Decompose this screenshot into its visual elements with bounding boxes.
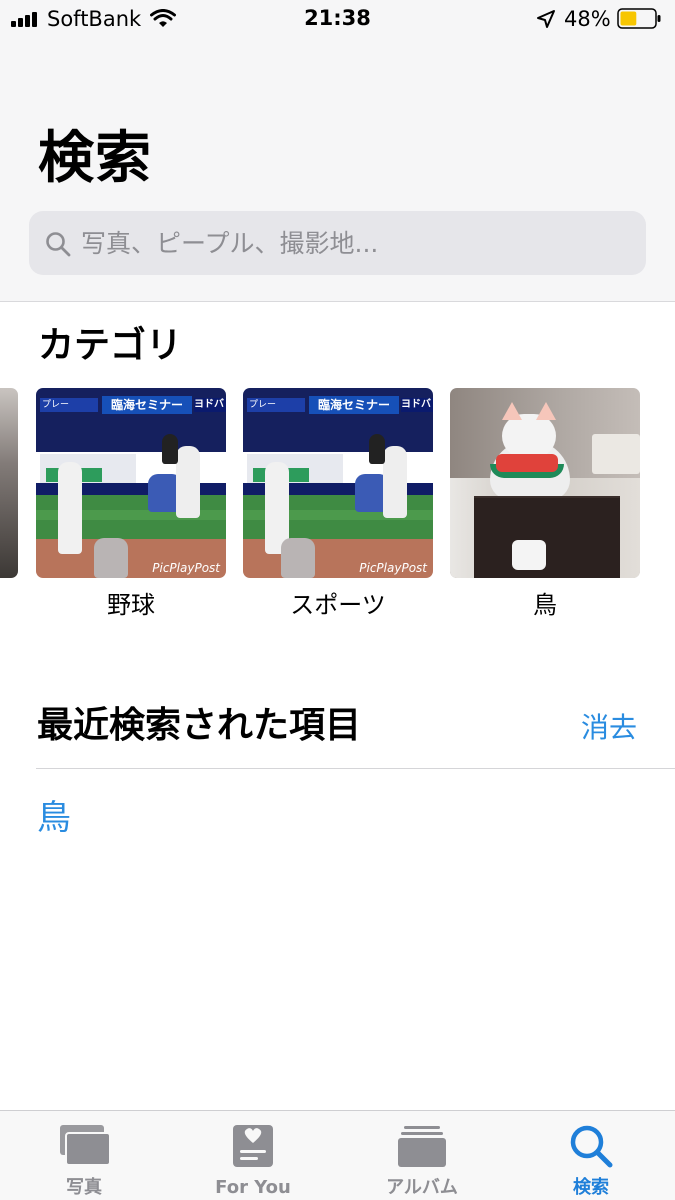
search-field[interactable] — [29, 211, 646, 275]
photos-icon — [60, 1125, 110, 1166]
recent-searches-heading: 最近検索された項目 — [37, 705, 362, 746]
location-arrow-icon — [537, 10, 555, 28]
divider — [36, 768, 675, 769]
category-tile-baseball[interactable]: プレー 臨海セミナー ヨドバ PicPlayPost 野球 — [36, 388, 226, 620]
category-thumbnail: プレー 臨海セミナー ヨドバ PicPlayPost — [243, 388, 433, 578]
category-label: 野球 — [107, 591, 155, 619]
banner-text: ヨドバ — [401, 398, 433, 412]
search-icon — [46, 232, 71, 257]
tab-label: For You — [215, 1177, 291, 1198]
recent-search-item[interactable]: 鳥 — [37, 796, 71, 840]
search-icon — [570, 1125, 613, 1168]
category-label: スポーツ — [290, 591, 386, 619]
tab-label: 写真 — [66, 1177, 102, 1198]
category-thumbnail-partial[interactable] — [0, 388, 18, 578]
tab-label: アルバム — [386, 1177, 458, 1198]
watermark-text: PicPlayPost — [152, 561, 220, 575]
tab-search[interactable]: 検索 — [507, 1111, 675, 1200]
category-thumbnail: プレー 臨海セミナー ヨドバ PicPlayPost — [36, 388, 226, 578]
banner-text: 臨海セミナー — [102, 396, 192, 414]
categories-carousel[interactable]: プレー 臨海セミナー ヨドバ PicPlayPost 野球 プレー 臨海セミナー… — [0, 385, 675, 625]
watermark-text: PicPlayPost — [359, 561, 427, 575]
tab-label: 検索 — [573, 1177, 609, 1198]
category-label: 鳥 — [533, 591, 557, 619]
for-you-icon — [233, 1125, 273, 1167]
battery-percentage: 48% — [564, 7, 611, 31]
clear-recent-button[interactable]: 消去 — [581, 708, 637, 748]
status-bar: SoftBank 21:38 48% — [0, 0, 675, 40]
tab-photos[interactable]: 写真 — [0, 1111, 168, 1200]
category-thumbnail — [450, 388, 640, 578]
banner-text: プレー — [247, 398, 305, 412]
category-tile-sports[interactable]: プレー 臨海セミナー ヨドバ PicPlayPost スポーツ — [243, 388, 433, 620]
tab-bar: 写真 For You アルバム 検索 — [0, 1110, 675, 1200]
tab-for-you[interactable]: For You — [169, 1111, 337, 1200]
categories-heading: カテゴリ — [38, 325, 183, 366]
header-area: SoftBank 21:38 48% 検索 — [0, 0, 675, 302]
albums-icon — [398, 1126, 446, 1167]
battery-icon — [617, 8, 661, 29]
search-input[interactable] — [81, 211, 631, 275]
page-title: 検索 — [38, 126, 152, 191]
tab-albums[interactable]: アルバム — [338, 1111, 506, 1200]
category-tile-bird[interactable]: 鳥 — [450, 388, 640, 620]
banner-text: ヨドバ — [194, 398, 226, 412]
banner-text: プレー — [40, 398, 98, 412]
banner-text: 臨海セミナー — [309, 396, 399, 414]
